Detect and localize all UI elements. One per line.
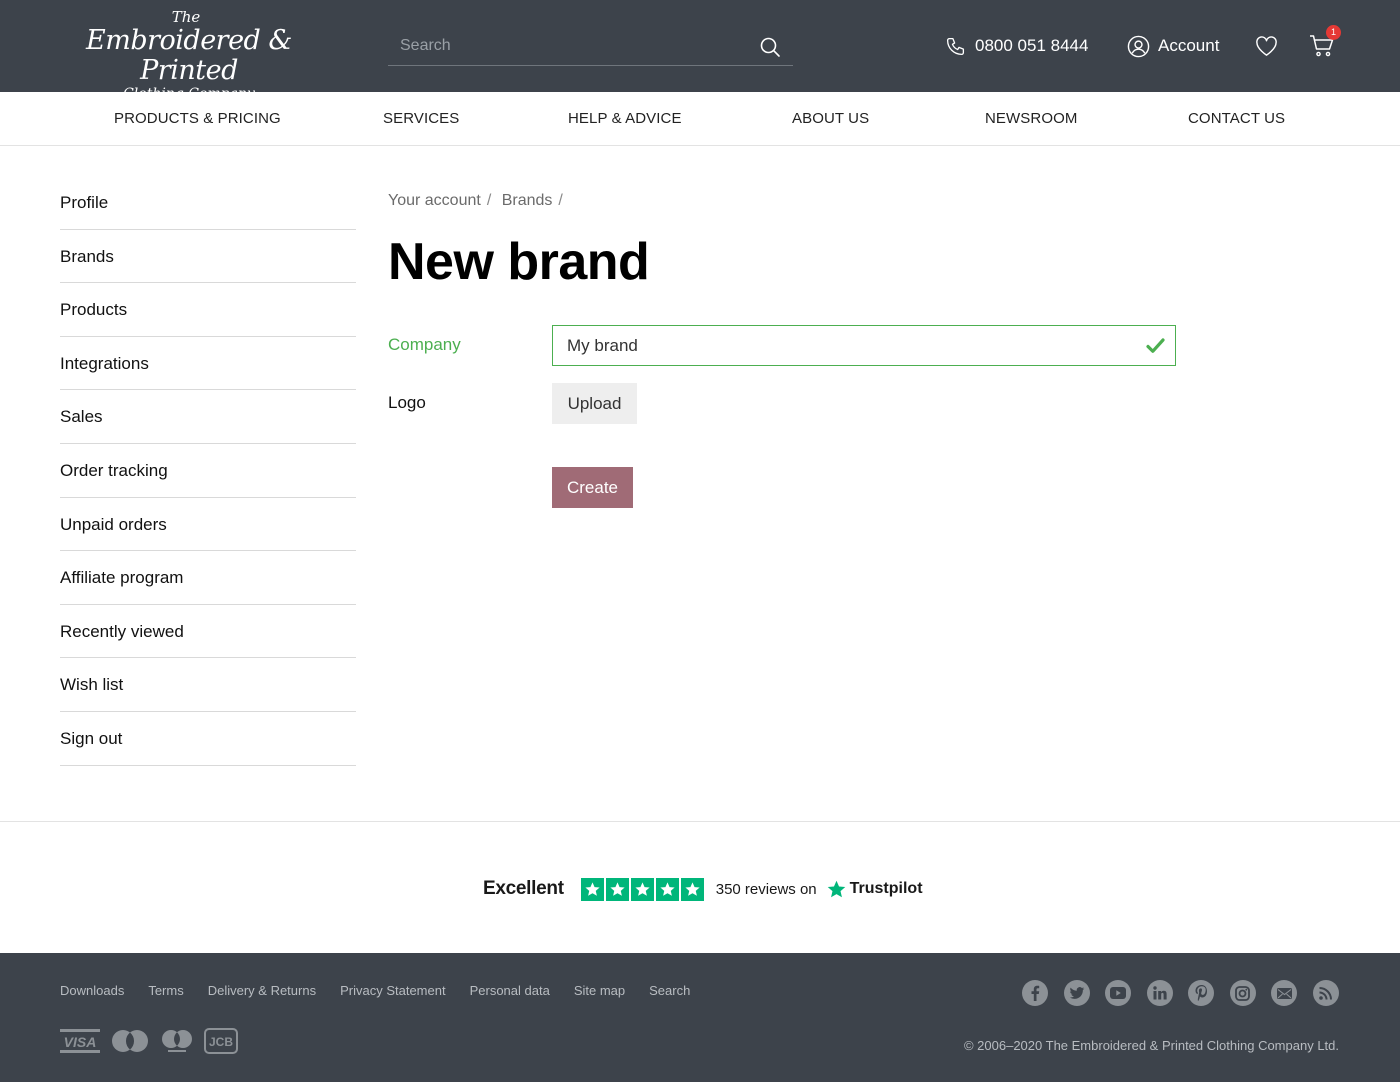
check-icon: [1146, 338, 1165, 353]
site-footer: Downloads Terms Delivery & Returns Priva…: [0, 953, 1400, 1082]
trustpilot-star-icon: [827, 880, 845, 897]
logo-the: The: [171, 8, 201, 26]
footer-link-privacy[interactable]: Privacy Statement: [340, 983, 446, 998]
sidebar-item-brands[interactable]: Brands: [60, 230, 356, 284]
logo-main: Embroidered & Printed: [86, 25, 292, 86]
divider: [0, 821, 1400, 822]
main-nav: PRODUCTS & PRICING SERVICES HELP & ADVIC…: [0, 92, 1400, 146]
sidebar-item-affiliate-program[interactable]: Affiliate program: [60, 551, 356, 605]
search-icon[interactable]: [759, 36, 781, 58]
pinterest-icon[interactable]: [1188, 980, 1214, 1006]
star-icon: [655, 877, 679, 901]
site-header: The Embroidered & Printed Clothing Compa…: [0, 0, 1400, 102]
star-icon: [580, 877, 604, 901]
search-bar: [388, 28, 793, 66]
linkedin-icon[interactable]: [1146, 980, 1173, 1006]
sidebar-item-recently-viewed[interactable]: Recently viewed: [60, 605, 356, 659]
footer-link-delivery-returns[interactable]: Delivery & Returns: [208, 983, 316, 998]
star-icon: [630, 877, 654, 901]
footer-links: Downloads Terms Delivery & Returns Priva…: [60, 983, 714, 998]
footer-link-site-map[interactable]: Site map: [574, 983, 625, 998]
logo-label: Logo: [388, 393, 426, 412]
star-icon: [605, 877, 629, 901]
company-label: Company: [388, 335, 461, 354]
sidebar-item-wish-list[interactable]: Wish list: [60, 658, 356, 712]
nav-services[interactable]: SERVICES: [383, 92, 459, 146]
nav-about-us[interactable]: ABOUT US: [792, 92, 869, 146]
account-label: Account: [1158, 36, 1220, 55]
maestro-icon: [162, 1030, 192, 1052]
breadcrumb-separator: /: [486, 192, 492, 209]
trustpilot-brand-text: Trustpilot: [849, 880, 923, 897]
trustpilot-widget[interactable]: Excellent 350 reviews on Trustpilot: [483, 874, 923, 904]
heart-icon: [1256, 35, 1277, 56]
svg-text:VISA: VISA: [64, 1034, 97, 1050]
nav-newsroom[interactable]: NEWSROOM: [985, 92, 1077, 146]
page-title: New brand: [388, 233, 650, 291]
visa-icon: VISA: [60, 1029, 100, 1053]
sidebar-item-sales[interactable]: Sales: [60, 390, 356, 444]
search-input[interactable]: [388, 28, 748, 64]
phone-icon: [946, 37, 965, 55]
account-sidebar: Profile Brands Products Integrations Sal…: [60, 176, 356, 766]
create-button[interactable]: Create: [552, 467, 633, 508]
phone-link[interactable]: 0800 051 8444: [945, 30, 1088, 62]
star-icon: [680, 877, 704, 901]
footer-link-downloads[interactable]: Downloads: [60, 983, 124, 998]
sidebar-item-sign-out[interactable]: Sign out: [60, 712, 356, 766]
breadcrumb-brands[interactable]: Brands: [502, 192, 553, 209]
breadcrumb-your-account[interactable]: Your account: [388, 192, 481, 209]
trustpilot-stars: [580, 877, 704, 901]
breadcrumb-separator: /: [558, 192, 563, 209]
nav-help-advice[interactable]: HELP & ADVICE: [568, 92, 682, 146]
nav-products-pricing[interactable]: PRODUCTS & PRICING: [114, 92, 281, 146]
trustpilot-rating-word: Excellent: [483, 878, 564, 899]
breadcrumb: Your account / Brands /: [388, 192, 569, 210]
upload-button[interactable]: Upload: [552, 383, 637, 424]
company-field: [552, 325, 1176, 366]
site-logo[interactable]: The Embroidered & Printed Clothing Compa…: [58, 6, 320, 102]
sidebar-item-integrations[interactable]: Integrations: [60, 337, 356, 391]
cart-count-badge: 1: [1326, 25, 1341, 40]
copyright: © 2006–2020 The Embroidered & Printed Cl…: [963, 1038, 1339, 1053]
footer-link-personal-data[interactable]: Personal data: [470, 983, 550, 998]
company-input[interactable]: [553, 326, 1113, 365]
mastercard-icon: [112, 1030, 148, 1052]
youtube-icon[interactable]: [1105, 980, 1131, 1006]
sidebar-item-profile[interactable]: Profile: [60, 176, 356, 230]
account-icon: [1127, 35, 1150, 57]
payment-methods: VISA JCB: [60, 1028, 238, 1054]
facebook-icon[interactable]: [1022, 980, 1048, 1006]
trustpilot-logo: Trustpilot: [826, 879, 923, 900]
sidebar-item-unpaid-orders[interactable]: Unpaid orders: [60, 498, 356, 552]
jcb-icon: JCB: [204, 1028, 238, 1054]
rss-icon[interactable]: [1312, 980, 1339, 1006]
twitter-icon[interactable]: [1063, 980, 1090, 1006]
svg-text:JCB: JCB: [209, 1035, 233, 1049]
sidebar-item-order-tracking[interactable]: Order tracking: [60, 444, 356, 498]
social-links: [1022, 980, 1339, 1006]
instagram-icon[interactable]: [1229, 980, 1256, 1006]
trustpilot-reviews: 350 reviews on: [715, 880, 817, 898]
footer-link-terms[interactable]: Terms: [148, 983, 183, 998]
sidebar-item-products[interactable]: Products: [60, 283, 356, 337]
wishlist-link[interactable]: [1255, 30, 1278, 62]
footer-link-search[interactable]: Search: [649, 983, 690, 998]
nav-contact-us[interactable]: CONTACT US: [1188, 92, 1285, 146]
email-icon[interactable]: [1271, 980, 1297, 1006]
phone-number: 0800 051 8444: [975, 36, 1089, 55]
account-link[interactable]: Account: [1127, 30, 1219, 62]
